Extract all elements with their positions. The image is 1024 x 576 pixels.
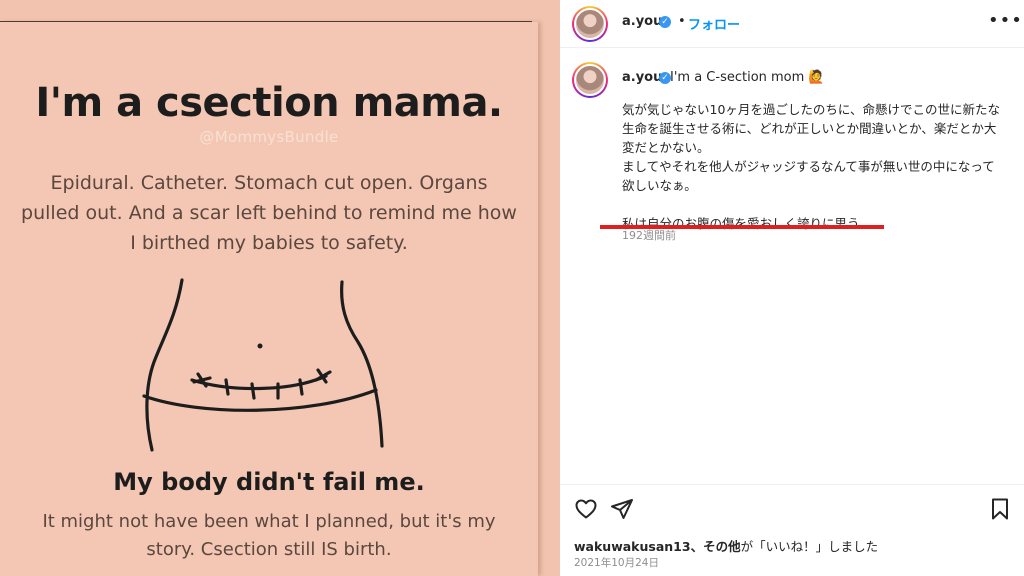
post-date: 2021年10月24日	[574, 557, 659, 569]
image-tagline: My body didn't fail me.	[113, 468, 425, 496]
header-username[interactable]: a.you	[622, 14, 662, 29]
ellipsis-icon[interactable]: •••	[988, 10, 1023, 31]
post-actions: wakuwakusan13、その他が「いいね！」しました 2021年10月24日	[560, 484, 1024, 576]
likes-user[interactable]: wakuwakusan13	[574, 539, 691, 554]
csection-scar-illustration	[142, 278, 384, 452]
follow-button[interactable]: フォロー	[688, 14, 740, 33]
image-card: I'm a csection mama. @MommysBundle Epidu…	[0, 22, 538, 576]
post-header: a.you ✓ • フォロー •••	[560, 0, 1024, 48]
likes-summary: wakuwakusan13、その他が「いいね！」しました	[574, 536, 878, 555]
caption-text: 気が気じゃない10ヶ月を過ごしたのちに、命懸けでこの世に新たな生命を誕生させる術…	[622, 102, 1001, 231]
post-image: I'm a csection mama. @MommysBundle Epidu…	[0, 0, 560, 576]
post-sidebar: a.you ✓ • フォロー ••• a.you ✓ I'm a C-secti…	[560, 0, 1024, 576]
likes-others[interactable]: 、その他	[691, 539, 741, 554]
likes-suffix: が「いいね！」しました	[740, 539, 879, 554]
image-title: I'm a csection mama.	[35, 80, 503, 126]
paper-plane-icon[interactable]	[610, 497, 634, 521]
caption-timestamp: 192週間前	[622, 229, 676, 242]
bookmark-icon[interactable]	[988, 497, 1012, 521]
image-footer-text: It might not have been what I planned, b…	[42, 511, 496, 560]
caption-avatar[interactable]	[572, 62, 608, 98]
image-handle: @MommysBundle	[199, 128, 339, 146]
author-avatar[interactable]	[572, 6, 608, 42]
caption-title: I'm a C-section mom 🙋	[670, 70, 825, 85]
caption-username[interactable]: a.you	[622, 70, 662, 85]
verified-badge-icon: ✓	[659, 16, 671, 28]
heart-icon[interactable]	[574, 497, 598, 521]
header-separator: •	[678, 14, 686, 29]
image-body-text: Epidural. Catheter. Stomach cut open. Or…	[21, 172, 517, 254]
